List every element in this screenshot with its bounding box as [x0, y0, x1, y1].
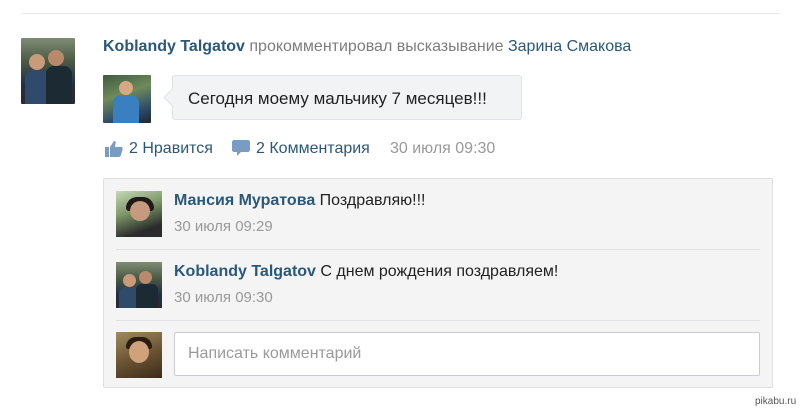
comment-author-link[interactable]: Мансия Муратова	[174, 192, 315, 209]
comment-author-avatar[interactable]	[116, 191, 162, 237]
thumbs-up-icon	[105, 140, 123, 157]
comment-count-label: 2 Комментария	[256, 140, 370, 157]
like-button[interactable]: 2 Нравится	[105, 139, 213, 159]
comment-author-link[interactable]: Koblandy Talgatov	[174, 263, 316, 280]
quoted-user-avatar[interactable]	[103, 75, 151, 123]
comments-panel: Мансия Муратова Поздравляю!!! 30 июля 09…	[103, 178, 773, 388]
post-header: Koblandy Talgatov прокомментировал выска…	[103, 37, 631, 57]
comment-input[interactable]	[174, 332, 760, 376]
comment-header: Koblandy Talgatov С днем рождения поздра…	[174, 262, 558, 282]
comment-button[interactable]: 2 Комментария	[232, 139, 370, 159]
comment-text: С днем рождения поздравляем!	[320, 263, 559, 280]
quote-bubble[interactable]: Сегодня моему мальчику 7 месяцев!!!	[172, 75, 522, 120]
top-divider	[22, 13, 780, 14]
comment-timestamp[interactable]: 30 июля 09:30	[174, 289, 273, 306]
comment-timestamp[interactable]: 30 июля 09:29	[174, 218, 273, 235]
comment-text: Поздравляю!!!	[319, 192, 426, 209]
post-author-link[interactable]: Koblandy Talgatov	[103, 38, 245, 55]
watermark: pikabu.ru	[755, 396, 797, 407]
post-timestamp[interactable]: 30 июля 09:30	[390, 139, 495, 159]
comment-divider	[116, 320, 760, 321]
comment-item: Koblandy Talgatov С днем рождения поздра…	[104, 250, 772, 320]
comment-item: Мансия Муратова Поздравляю!!! 30 июля 09…	[104, 179, 772, 249]
speech-bubble-icon	[232, 140, 250, 157]
quote-text: Сегодня моему мальчику 7 месяцев!!!	[188, 89, 487, 108]
author-avatar[interactable]	[21, 38, 75, 104]
like-count-label: 2 Нравится	[129, 140, 213, 157]
target-user-link[interactable]: Зарина Смакова	[508, 38, 631, 55]
comment-author-avatar[interactable]	[116, 262, 162, 308]
current-user-avatar[interactable]	[116, 332, 162, 378]
post-action-text: прокомментировал высказывание	[249, 38, 504, 55]
comment-header: Мансия Муратова Поздравляю!!!	[174, 191, 425, 211]
